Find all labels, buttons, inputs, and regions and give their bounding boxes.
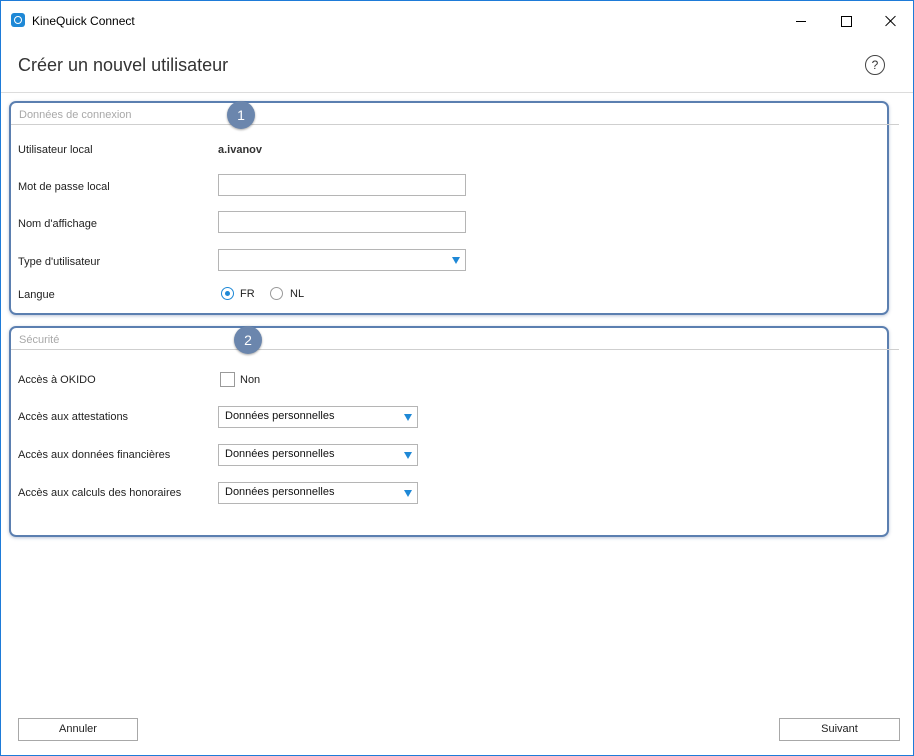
section-securite-title: Sécurité [19,334,60,346]
display-name-field[interactable] [218,211,466,233]
page-title: Créer un nouvel utilisateur [18,55,229,75]
okido-label: Accès à OKIDO [18,374,96,386]
app-title: KineQuick Connect [32,14,135,28]
app-window: KineQuick Connect Créer un nouvel utilis… [0,0,914,756]
section-connexion-frame [9,101,889,315]
attestations-label: Accès aux attestations [18,411,129,423]
section-securite-frame [9,326,889,537]
user-type-label: Type d'utilisateur [18,256,101,268]
section-connexion-title: Données de connexion [19,109,132,121]
section-connexion-divider [11,124,899,125]
display-name-label: Nom d'affichage [18,218,97,230]
step-marker-1: 1 [227,101,255,129]
chevron-down-icon [404,414,412,421]
app-logo-icon [11,13,25,27]
chevron-down-icon [404,490,412,497]
fees-label: Accès aux calculs des honoraires [18,487,182,499]
radio-nl-label: NL [290,288,305,300]
header-divider [1,92,913,93]
attestations-select[interactable]: Données personnelles [218,406,418,428]
financial-select[interactable]: Données personnelles [218,444,418,466]
maximize-icon [840,15,852,27]
minimize-button[interactable] [778,1,824,41]
maximize-button[interactable] [823,1,869,41]
financial-value: Données personnelles [225,448,335,460]
password-field[interactable] [218,174,466,196]
cancel-button[interactable]: Annuler [18,718,138,741]
user-type-select[interactable] [218,249,466,271]
close-button[interactable] [868,1,914,41]
step-marker-2: 2 [234,326,262,354]
local-user-label: Utilisateur local [18,144,93,156]
attestations-value: Données personnelles [225,410,335,422]
minimize-icon [796,20,806,22]
help-icon[interactable]: ? [865,55,885,75]
radio-nl[interactable] [270,287,283,300]
chevron-down-icon [404,452,412,459]
okido-checkbox-label: Non [240,374,261,386]
local-user-value: a.ivanov [218,144,263,156]
fees-value: Données personnelles [225,486,335,498]
password-label: Mot de passe local [18,181,110,193]
financial-label: Accès aux données financières [18,449,171,461]
fees-select[interactable]: Données personnelles [218,482,418,504]
chevron-down-icon [452,257,460,264]
radio-fr[interactable] [221,287,234,300]
next-button[interactable]: Suivant [779,718,900,741]
section-securite-divider [11,349,899,350]
title-bar: KineQuick Connect [1,1,913,41]
okido-checkbox[interactable] [220,372,235,387]
close-icon [885,15,897,27]
language-label: Langue [18,289,55,301]
radio-fr-label: FR [240,288,255,300]
